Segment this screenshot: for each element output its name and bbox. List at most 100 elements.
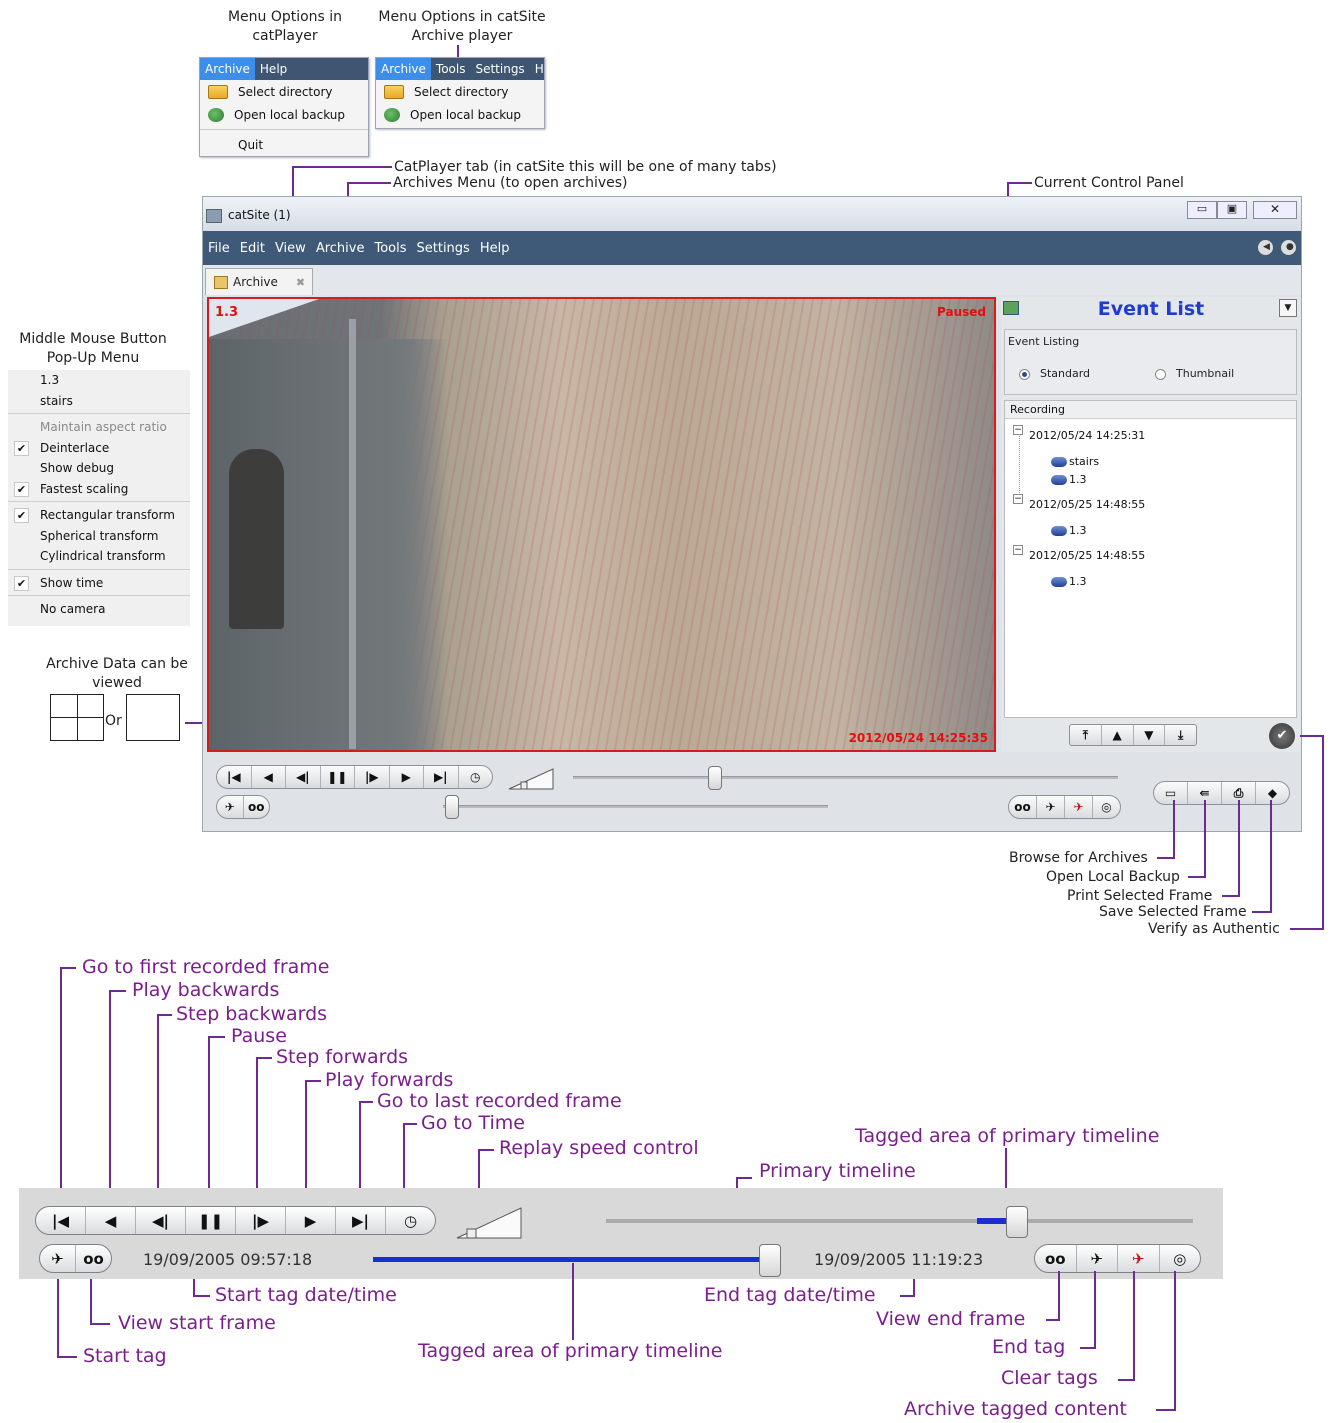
menu-item-select-directory[interactable]: Select directory — [376, 80, 544, 103]
start-tag-icon[interactable]: ✈ — [217, 796, 244, 818]
view-start-frame-icon[interactable]: oo — [244, 796, 270, 818]
menu-help-truncated[interactable]: H — [530, 58, 549, 80]
popup-item-show-time[interactable]: ✔ Show time — [8, 573, 190, 594]
first-frame-icon[interactable]: |◀ — [217, 766, 252, 788]
archive-tagged-icon[interactable]: ◎ — [1160, 1245, 1201, 1272]
menu-item-quit[interactable]: Quit — [200, 133, 368, 156]
camera-item-1-3[interactable]: 1.3 — [1051, 575, 1087, 588]
pause-icon[interactable]: ❚❚ — [186, 1207, 236, 1234]
save-frame-icon[interactable]: ◆ — [1256, 782, 1289, 804]
minimize-button[interactable]: ▭ — [1187, 201, 1217, 219]
popup-item-show-debug[interactable]: Show debug — [8, 458, 190, 479]
go-to-time-icon[interactable]: ◷ — [459, 766, 493, 788]
menu-help[interactable]: Help — [255, 58, 292, 80]
menu-settings[interactable]: Settings — [412, 241, 475, 256]
menu-archive[interactable]: Archive — [200, 58, 255, 80]
verify-authentic-icon[interactable]: ✔ — [1269, 723, 1295, 749]
menu-archive[interactable]: Archive — [311, 241, 370, 256]
step-forward-icon[interactable]: |▶ — [355, 766, 390, 788]
play-forward-icon[interactable]: ▶ — [390, 766, 424, 788]
close-button[interactable]: ✕ — [1253, 201, 1297, 219]
popup-item-rectangular[interactable]: ✔ Rectangular transform — [8, 505, 190, 526]
menu-item-open-local-backup[interactable]: Open local backup — [376, 103, 544, 126]
tag-start-controls: ✈ oo — [216, 795, 270, 819]
end-tag-icon[interactable]: ✈ — [1077, 1245, 1118, 1272]
popup-item-deinterlace[interactable]: ✔ Deinterlace — [8, 438, 190, 459]
menu-item-open-local-backup[interactable]: Open local backup — [200, 103, 368, 126]
play-backwards-icon[interactable]: ◀ — [86, 1207, 136, 1234]
tag-timeline[interactable] — [443, 805, 828, 808]
tag-end-thumb[interactable] — [759, 1244, 781, 1277]
menu-settings[interactable]: Settings — [470, 58, 529, 80]
view-end-frame-icon[interactable]: oo — [1009, 796, 1037, 818]
clear-tags-icon[interactable]: ✈ — [1065, 796, 1093, 818]
recording-date-1[interactable]: 2012/05/24 14:25:31 — [1029, 429, 1145, 442]
recording-tree: Recording − 2012/05/24 14:25:31 stairs 1… — [1004, 400, 1297, 718]
scroll-down-icon[interactable]: ▼ — [1134, 725, 1166, 745]
play-forward-icon[interactable]: ▶ — [286, 1207, 336, 1234]
camera-item-1-3[interactable]: 1.3 — [1051, 473, 1087, 486]
speed-control[interactable] — [455, 1205, 523, 1241]
menu-view[interactable]: View — [270, 241, 311, 256]
play-backwards-icon[interactable]: ◀ — [252, 766, 286, 788]
label-view-start-frame: View start frame — [118, 1312, 276, 1334]
end-tag-icon[interactable]: ✈ — [1037, 796, 1065, 818]
popup-item-camera-1-3[interactable]: 1.3 — [8, 370, 190, 391]
app-menu-bar: File Edit View Archive Tools Settings He… — [203, 231, 1301, 265]
popup-item-fastest-scaling[interactable]: ✔ Fastest scaling — [8, 479, 190, 500]
maximize-button[interactable]: ▣ — [1217, 201, 1247, 219]
expand-icon[interactable]: − — [1013, 494, 1023, 504]
user-icon[interactable]: ● — [1281, 240, 1296, 255]
menu-archive[interactable]: Archive — [376, 58, 431, 80]
clear-tags-icon[interactable]: ✈ — [1118, 1245, 1160, 1272]
pause-icon[interactable]: ❚❚ — [321, 766, 355, 788]
go-to-time-icon[interactable]: ◷ — [386, 1207, 435, 1234]
browse-archives-icon[interactable]: ▭ — [1154, 782, 1188, 804]
speed-control[interactable] — [507, 767, 555, 791]
volume-icon[interactable]: ◀ — [1258, 240, 1273, 255]
camera-item-stairs[interactable]: stairs — [1051, 455, 1099, 468]
popup-item-no-camera[interactable]: No camera — [8, 599, 190, 620]
camera-item-1-3[interactable]: 1.3 — [1051, 524, 1087, 537]
last-frame-icon[interactable]: ▶| — [424, 766, 459, 788]
recording-date-3[interactable]: 2012/05/25 14:48:55 — [1029, 549, 1145, 562]
primary-timeline[interactable] — [573, 776, 1118, 779]
popup-item-stairs[interactable]: stairs — [8, 391, 190, 412]
last-frame-icon[interactable]: ▶| — [336, 1207, 386, 1234]
annotation-current-control-panel: Current Control Panel — [1034, 175, 1184, 191]
radio-thumbnail[interactable]: Thumbnail — [1155, 367, 1234, 380]
tag-timeline-thumb[interactable] — [445, 795, 459, 819]
close-tab-icon[interactable]: ✖ — [296, 276, 305, 289]
primary-timeline-thumb[interactable] — [1005, 1206, 1028, 1238]
step-forward-icon[interactable]: |▶ — [236, 1207, 286, 1234]
scroll-top-icon[interactable]: ⤒ — [1070, 725, 1102, 745]
menu-item-select-directory[interactable]: Select directory — [200, 80, 368, 103]
scroll-up-icon[interactable]: ▲ — [1102, 725, 1134, 745]
label-last-frame: Go to last recorded frame — [377, 1090, 622, 1112]
recording-date-2[interactable]: 2012/05/25 14:48:55 — [1029, 498, 1145, 511]
primary-timeline-thumb[interactable] — [707, 766, 722, 790]
menu-tools[interactable]: Tools — [431, 58, 471, 80]
start-tag-icon[interactable]: ✈ — [40, 1245, 76, 1272]
panel-dropdown-button[interactable]: ▼ — [1279, 299, 1297, 317]
step-back-icon[interactable]: ◀| — [136, 1207, 186, 1234]
or-label: Or — [105, 713, 122, 729]
expand-icon[interactable]: − — [1013, 425, 1023, 435]
step-back-icon[interactable]: ◀| — [286, 766, 321, 788]
radio-standard[interactable]: Standard — [1019, 367, 1090, 380]
view-end-frame-icon[interactable]: oo — [1035, 1245, 1077, 1272]
menu-tools[interactable]: Tools — [369, 241, 411, 256]
menu-help[interactable]: Help — [475, 241, 515, 256]
scroll-bottom-icon[interactable]: ⤓ — [1165, 725, 1196, 745]
video-viewport[interactable]: 1.3 Paused 2012/05/24 14:25:35 — [207, 297, 996, 752]
tab-archive[interactable]: Archive ✖ — [205, 268, 313, 295]
menu-file[interactable]: File — [203, 241, 235, 256]
view-start-frame-icon[interactable]: oo — [76, 1245, 111, 1272]
menu-edit[interactable]: Edit — [235, 241, 270, 256]
popup-item-cylindrical[interactable]: Cylindrical transform — [8, 546, 190, 567]
popup-item-spherical[interactable]: Spherical transform — [8, 526, 190, 547]
primary-timeline-detail[interactable] — [606, 1219, 1193, 1223]
archive-tagged-icon[interactable]: ◎ — [1093, 796, 1120, 818]
expand-icon[interactable]: − — [1013, 545, 1023, 555]
first-frame-icon[interactable]: |◀ — [36, 1207, 86, 1234]
